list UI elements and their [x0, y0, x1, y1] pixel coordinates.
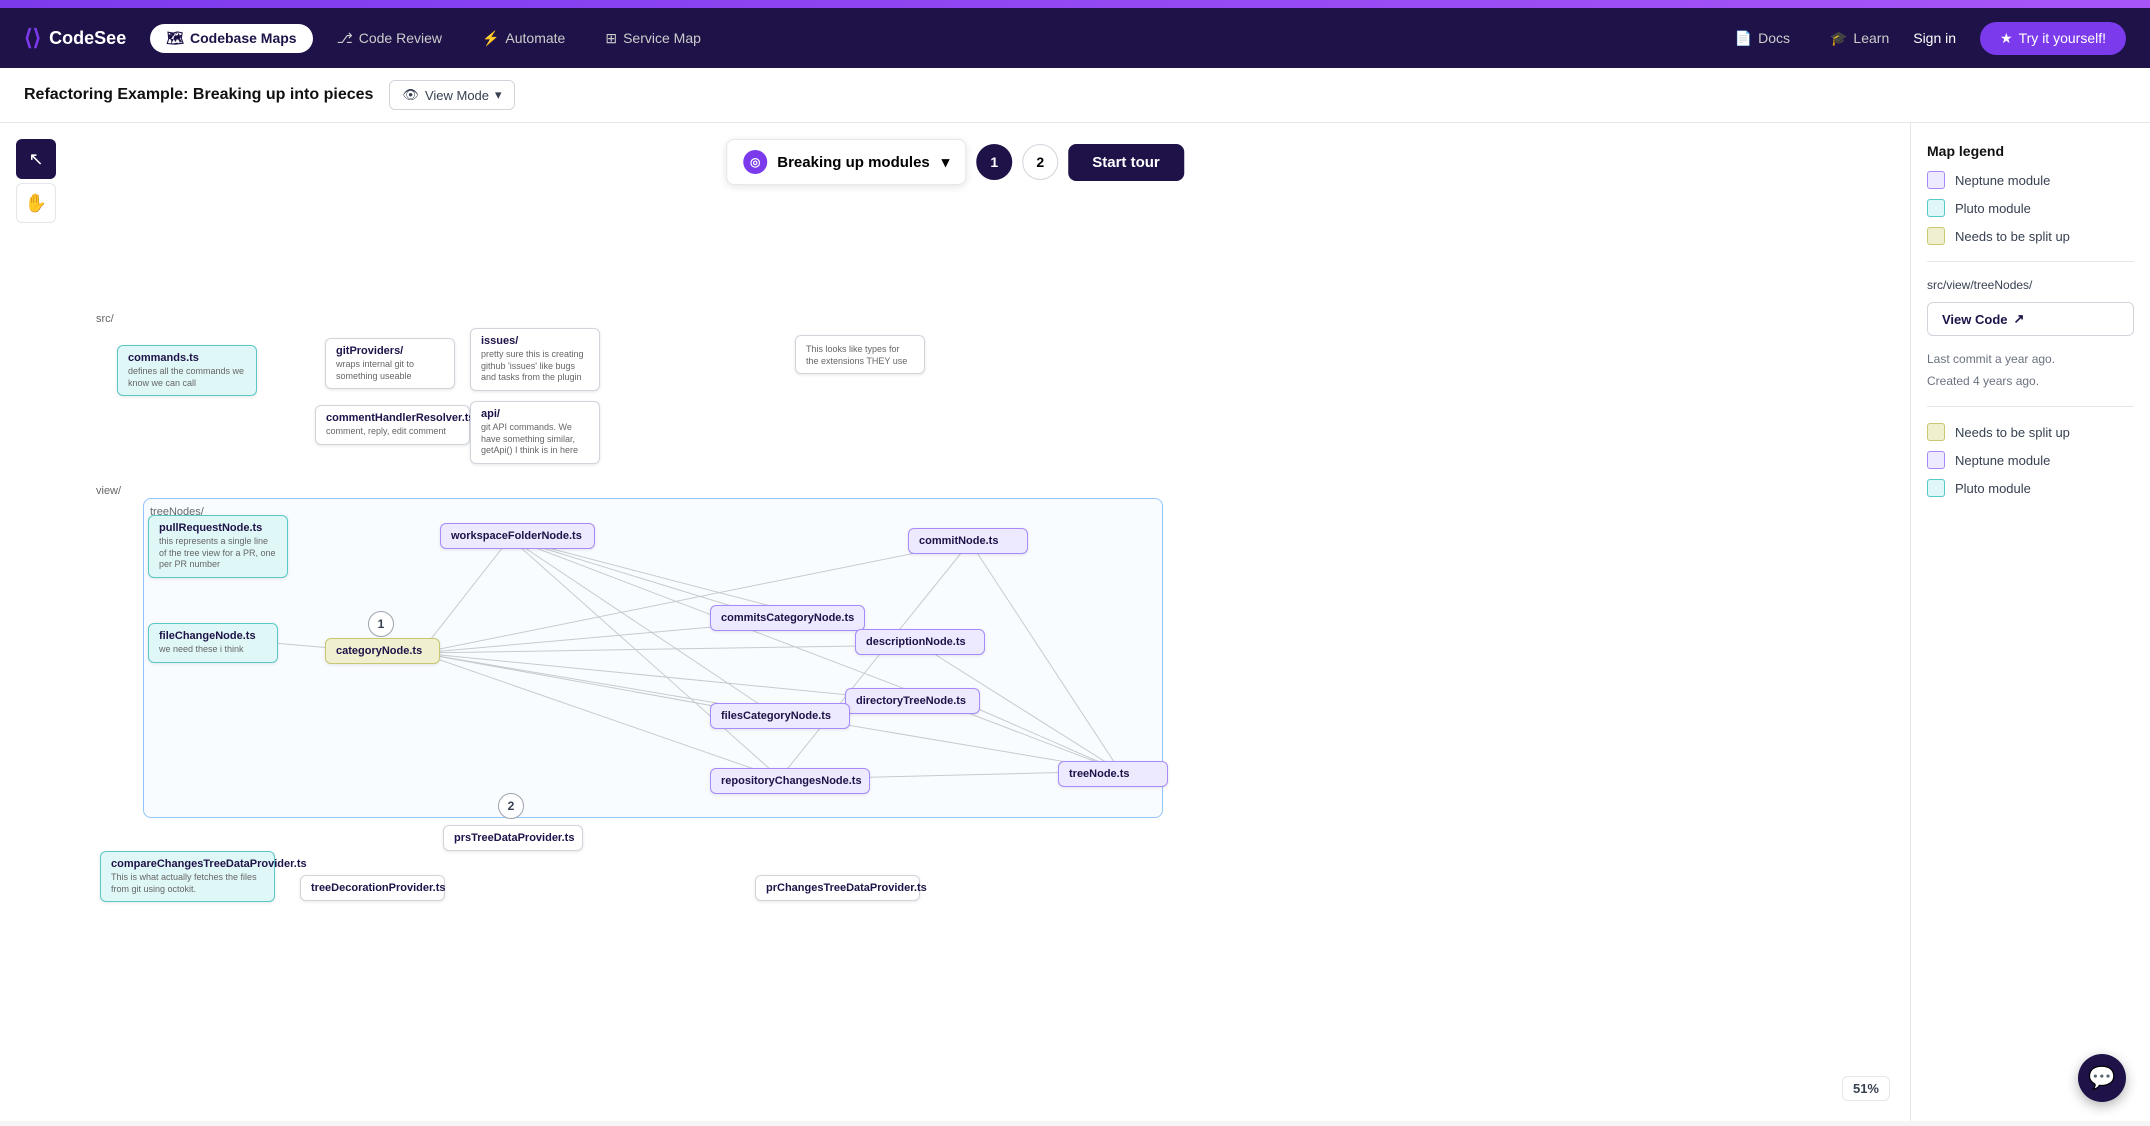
node-pr-changes[interactable]: prChangesTreeDataProvider.ts: [755, 875, 920, 901]
top-banner: [0, 0, 2150, 8]
sidebar-path: src/view/treeNodes/: [1927, 278, 2134, 292]
nav-docs[interactable]: 📄 Docs: [1719, 24, 1806, 53]
last-commit-meta: Last commit a year ago.: [1927, 350, 2134, 368]
node-extensions[interactable]: This looks like types for the extensions…: [795, 335, 925, 374]
node-workspace-folder[interactable]: workspaceFolderNode.ts: [440, 523, 595, 549]
node-commit[interactable]: commitNode.ts: [908, 528, 1028, 554]
node-commits-category[interactable]: commitsCategoryNode.ts: [710, 605, 865, 631]
logo-icon: ⟨⟩: [24, 25, 41, 51]
created-meta: Created 4 years ago.: [1927, 372, 2134, 390]
legend-title: Map legend: [1927, 143, 2134, 159]
chat-button[interactable]: 💬: [2078, 1054, 2126, 1102]
node-prs-tree[interactable]: prsTreeDataProvider.ts: [443, 825, 583, 851]
main-area: ↖ ✋ ◎ Breaking up modules ▾ 1 2 Start to…: [0, 123, 2150, 1121]
node-pull-request[interactable]: pullRequestNode.ts this represents a sin…: [148, 515, 288, 578]
sidebar-pluto: Pluto module: [1927, 479, 2134, 497]
sidebar-neptune-label: Neptune module: [1955, 453, 2050, 468]
step-badge-2: 2: [498, 793, 524, 819]
view-label: view/: [96, 485, 121, 497]
nav-codebase-maps[interactable]: 🗺 Codebase Maps: [150, 24, 312, 53]
needs-split-label: Needs to be split up: [1955, 229, 2070, 244]
review-icon: ⎇: [337, 30, 353, 47]
tour-step-1[interactable]: 1: [976, 144, 1012, 180]
node-directory-tree[interactable]: directoryTreeNode.ts: [845, 688, 980, 714]
learn-icon: 🎓: [1830, 30, 1847, 47]
needs-split-swatch: [1927, 227, 1945, 245]
node-api[interactable]: api/ git API commands. We have something…: [470, 401, 600, 464]
automate-icon: ⚡: [482, 30, 499, 47]
step-badge-1: 1: [368, 611, 394, 637]
start-tour-button[interactable]: Start tour: [1068, 144, 1184, 181]
node-files-category[interactable]: filesCategoryNode.ts: [710, 703, 850, 729]
page-title: Refactoring Example: Breaking up into pi…: [24, 86, 373, 104]
logo[interactable]: ⟨⟩ CodeSee: [24, 25, 126, 51]
node-repository-changes[interactable]: repositoryChangesNode.ts: [710, 768, 870, 794]
external-link-icon: ↗: [2014, 311, 2025, 327]
sidebar-divider-2: [1927, 406, 2134, 407]
chevron-down-icon: ▾: [495, 87, 502, 103]
tour-controls: ◎ Breaking up modules ▾ 1 2 Start tour: [710, 123, 1200, 201]
map-icon: 🗺: [166, 30, 184, 47]
nav-service-map[interactable]: ⊞ Service Map: [589, 24, 717, 53]
sign-in-button[interactable]: Sign in: [1913, 30, 1956, 46]
logo-text: CodeSee: [49, 28, 126, 49]
legend-pluto: Pluto module: [1927, 199, 2134, 217]
neptune-label: Neptune module: [1955, 173, 2050, 188]
node-category[interactable]: categoryNode.ts: [325, 638, 440, 664]
sidebar-neptune: Neptune module: [1927, 451, 2134, 469]
neptune-swatch: [1927, 171, 1945, 189]
node-description[interactable]: descriptionNode.ts: [855, 629, 985, 655]
tour-icon: ◎: [743, 150, 767, 174]
nav-learn[interactable]: 🎓 Learn: [1814, 24, 1905, 53]
tour-step-2[interactable]: 2: [1022, 144, 1058, 180]
sidebar-pluto-label: Pluto module: [1955, 481, 2031, 496]
view-mode-button[interactable]: 👁 View Mode ▾: [389, 80, 514, 110]
nav-bar: ⟨⟩ CodeSee 🗺 Codebase Maps ⎇ Code Review…: [0, 8, 2150, 68]
node-file-change[interactable]: fileChangeNode.ts we need these i think: [148, 623, 278, 663]
legend-neptune: Neptune module: [1927, 171, 2134, 189]
node-tree[interactable]: treeNode.ts: [1058, 761, 1168, 787]
star-icon: ★: [2000, 30, 2013, 47]
node-compare-changes[interactable]: compareChangesTreeDataProvider.ts This i…: [100, 851, 275, 902]
src-label: src/: [96, 313, 114, 325]
map-canvas: src/ view/ treeNodes/ 1 2 commands.ts de…: [0, 123, 1910, 1121]
sidebar-pluto-swatch: [1927, 479, 1945, 497]
node-comment-handler[interactable]: commentHandlerResolver.ts comment, reply…: [315, 405, 470, 445]
node-issues[interactable]: issues/ pretty sure this is creating git…: [470, 328, 600, 391]
zoom-indicator: 51%: [1842, 1076, 1890, 1101]
nav-automate[interactable]: ⚡ Automate: [466, 24, 581, 53]
sidebar-neptune-swatch: [1927, 451, 1945, 469]
eye-icon: 👁: [402, 87, 419, 103]
pluto-label: Pluto module: [1955, 201, 2031, 216]
node-git-providers[interactable]: gitProviders/ wraps internal git to some…: [325, 338, 455, 389]
hand-tool[interactable]: ✋: [16, 183, 56, 223]
right-sidebar: Map legend Neptune module Pluto module N…: [1910, 123, 2150, 1121]
node-commands[interactable]: commands.ts defines all the commands we …: [117, 345, 257, 396]
node-tree-decoration[interactable]: treeDecorationProvider.ts: [300, 875, 445, 901]
cursor-tool[interactable]: ↖: [16, 139, 56, 179]
legend-needs-split: Needs to be split up: [1927, 227, 2134, 245]
canvas-area[interactable]: ↖ ✋ ◎ Breaking up modules ▾ 1 2 Start to…: [0, 123, 1910, 1121]
sidebar-needs-split: Needs to be split up: [1927, 423, 2134, 441]
tour-title: Breaking up modules: [777, 154, 930, 171]
sidebar-divider-1: [1927, 261, 2134, 262]
subheader: Refactoring Example: Breaking up into pi…: [0, 68, 2150, 123]
sidebar-needs-split-label: Needs to be split up: [1955, 425, 2070, 440]
pluto-swatch: [1927, 199, 1945, 217]
canvas-toolbar: ↖ ✋: [0, 123, 72, 239]
tour-dropdown[interactable]: ◎ Breaking up modules ▾: [726, 139, 966, 185]
try-it-button[interactable]: ★ Try it yourself!: [1980, 22, 2126, 55]
view-code-button[interactable]: View Code ↗: [1927, 302, 2134, 336]
tour-chevron-icon: ▾: [942, 153, 950, 171]
sidebar-needs-split-swatch: [1927, 423, 1945, 441]
nav-code-review[interactable]: ⎇ Code Review: [321, 24, 458, 53]
service-icon: ⊞: [605, 30, 617, 47]
docs-icon: 📄: [1735, 30, 1752, 47]
